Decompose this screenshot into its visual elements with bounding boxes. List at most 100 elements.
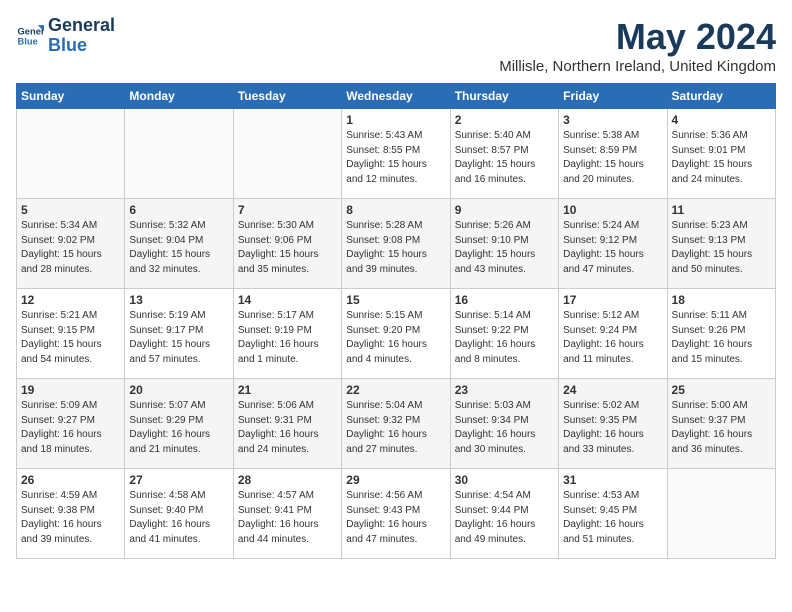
day-number: 14 bbox=[238, 293, 337, 307]
calendar-cell: 26 Sunrise: 4:59 AM Sunset: 9:38 PM Dayli… bbox=[17, 469, 125, 559]
calendar-cell: 3Sunrise: 5:38 AM Sunset: 8:59 PM Daylig… bbox=[559, 109, 667, 199]
day-info: Sunrise: 5:43 AM Sunset: 8:55 PM Dayligh… bbox=[346, 129, 445, 187]
day-number: 27 bbox=[129, 473, 228, 487]
day-info: Sunrise: 4:54 AM Sunset: 9:44 PM Dayligh… bbox=[455, 489, 554, 547]
calendar-week-row: 19Sunrise: 5:09 AM Sunset: 9:27 PM Dayli… bbox=[17, 379, 776, 469]
header-day: Tuesday bbox=[233, 84, 341, 109]
header-day: Sunday bbox=[17, 84, 125, 109]
calendar-cell: 29Sunrise: 4:56 AM Sunset: 9:43 PM Dayli… bbox=[342, 469, 450, 559]
svg-text:General: General bbox=[18, 26, 44, 36]
calendar-cell: 11 Sunrise: 5:23 AM Sunset: 9:13 PM Dayli… bbox=[667, 199, 775, 289]
location-subtitle: Millisle, Northern Ireland, United Kingd… bbox=[499, 58, 776, 75]
day-info: Sunrise: 4:59 AM Sunset: 9:38 PM Dayligh… bbox=[21, 489, 120, 547]
day-info: Sunrise: 5:04 AM Sunset: 9:32 PM Dayligh… bbox=[346, 399, 445, 457]
day-info: Sunrise: 5:12 AM Sunset: 9:24 PM Dayligh… bbox=[563, 309, 662, 367]
day-info: Sunrise: 5:09 AM Sunset: 9:27 PM Dayligh… bbox=[21, 399, 120, 457]
day-number: 21 bbox=[238, 383, 337, 397]
day-number: 4 bbox=[672, 113, 771, 127]
day-info: Sunrise: 5:40 AM Sunset: 8:57 PM Dayligh… bbox=[455, 129, 554, 187]
calendar-cell: 30 Sunrise: 4:54 AM Sunset: 9:44 PM Dayli… bbox=[450, 469, 558, 559]
calendar-cell: 4Sunrise: 5:36 AM Sunset: 9:01 PM Daylig… bbox=[667, 109, 775, 199]
calendar-cell: 20 Sunrise: 5:07 AM Sunset: 9:29 PM Dayli… bbox=[125, 379, 233, 469]
day-number: 25 bbox=[672, 383, 771, 397]
day-number: 15 bbox=[346, 293, 445, 307]
day-info: Sunrise: 5:17 AM Sunset: 9:19 PM Dayligh… bbox=[238, 309, 337, 367]
header-day: Thursday bbox=[450, 84, 558, 109]
calendar-cell: 8Sunrise: 5:28 AM Sunset: 9:08 PM Daylig… bbox=[342, 199, 450, 289]
day-info: Sunrise: 5:26 AM Sunset: 9:10 PM Dayligh… bbox=[455, 219, 554, 277]
calendar-cell: 28 Sunrise: 4:57 AM Sunset: 9:41 PM Dayli… bbox=[233, 469, 341, 559]
day-number: 22 bbox=[346, 383, 445, 397]
calendar-cell: 10Sunrise: 5:24 AM Sunset: 9:12 PM Dayli… bbox=[559, 199, 667, 289]
calendar-cell: 2 Sunrise: 5:40 AM Sunset: 8:57 PM Daylig… bbox=[450, 109, 558, 199]
day-info: Sunrise: 5:07 AM Sunset: 9:29 PM Dayligh… bbox=[129, 399, 228, 457]
day-number: 26 bbox=[21, 473, 120, 487]
calendar-cell: 18Sunrise: 5:11 AM Sunset: 9:26 PM Dayli… bbox=[667, 289, 775, 379]
day-info: Sunrise: 5:15 AM Sunset: 9:20 PM Dayligh… bbox=[346, 309, 445, 367]
calendar-cell bbox=[125, 109, 233, 199]
day-info: Sunrise: 5:32 AM Sunset: 9:04 PM Dayligh… bbox=[129, 219, 228, 277]
day-info: Sunrise: 5:38 AM Sunset: 8:59 PM Dayligh… bbox=[563, 129, 662, 187]
calendar-cell bbox=[233, 109, 341, 199]
day-number: 12 bbox=[21, 293, 120, 307]
day-number: 20 bbox=[129, 383, 228, 397]
day-number: 24 bbox=[563, 383, 662, 397]
calendar-cell: 24Sunrise: 5:02 AM Sunset: 9:35 PM Dayli… bbox=[559, 379, 667, 469]
day-number: 5 bbox=[21, 203, 120, 217]
day-info: Sunrise: 5:00 AM Sunset: 9:37 PM Dayligh… bbox=[672, 399, 771, 457]
calendar-cell: 7Sunrise: 5:30 AM Sunset: 9:06 PM Daylig… bbox=[233, 199, 341, 289]
day-info: Sunrise: 5:19 AM Sunset: 9:17 PM Dayligh… bbox=[129, 309, 228, 367]
day-number: 2 bbox=[455, 113, 554, 127]
calendar-cell: 5Sunrise: 5:34 AM Sunset: 9:02 PM Daylig… bbox=[17, 199, 125, 289]
header-row: SundayMondayTuesdayWednesdayThursdayFrid… bbox=[17, 84, 776, 109]
day-info: Sunrise: 5:24 AM Sunset: 9:12 PM Dayligh… bbox=[563, 219, 662, 277]
logo-line1: General bbox=[48, 16, 115, 36]
header-day: Wednesday bbox=[342, 84, 450, 109]
calendar-cell: 9 Sunrise: 5:26 AM Sunset: 9:10 PM Daylig… bbox=[450, 199, 558, 289]
day-number: 9 bbox=[455, 203, 554, 217]
calendar-cell bbox=[17, 109, 125, 199]
calendar-cell: 21 Sunrise: 5:06 AM Sunset: 9:31 PM Dayli… bbox=[233, 379, 341, 469]
day-number: 11 bbox=[672, 203, 771, 217]
header-day: Friday bbox=[559, 84, 667, 109]
calendar-cell: 13 Sunrise: 5:19 AM Sunset: 9:17 PM Dayli… bbox=[125, 289, 233, 379]
day-info: Sunrise: 4:58 AM Sunset: 9:40 PM Dayligh… bbox=[129, 489, 228, 547]
day-info: Sunrise: 5:11 AM Sunset: 9:26 PM Dayligh… bbox=[672, 309, 771, 367]
header-day: Monday bbox=[125, 84, 233, 109]
day-number: 17 bbox=[563, 293, 662, 307]
day-info: Sunrise: 4:57 AM Sunset: 9:41 PM Dayligh… bbox=[238, 489, 337, 547]
day-number: 8 bbox=[346, 203, 445, 217]
logo: General Blue General Blue bbox=[16, 16, 115, 56]
calendar-cell: 27 Sunrise: 4:58 AM Sunset: 9:40 PM Dayli… bbox=[125, 469, 233, 559]
day-info: Sunrise: 5:23 AM Sunset: 9:13 PM Dayligh… bbox=[672, 219, 771, 277]
calendar-cell: 14 Sunrise: 5:17 AM Sunset: 9:19 PM Dayli… bbox=[233, 289, 341, 379]
calendar-cell: 22 Sunrise: 5:04 AM Sunset: 9:32 PM Dayli… bbox=[342, 379, 450, 469]
day-number: 29 bbox=[346, 473, 445, 487]
title-block: May 2024 Millisle, Northern Ireland, Uni… bbox=[499, 16, 776, 75]
day-number: 1 bbox=[346, 113, 445, 127]
calendar-cell: 17 Sunrise: 5:12 AM Sunset: 9:24 PM Dayli… bbox=[559, 289, 667, 379]
calendar-week-row: 5Sunrise: 5:34 AM Sunset: 9:02 PM Daylig… bbox=[17, 199, 776, 289]
day-info: Sunrise: 5:06 AM Sunset: 9:31 PM Dayligh… bbox=[238, 399, 337, 457]
calendar-cell: 6 Sunrise: 5:32 AM Sunset: 9:04 PM Daylig… bbox=[125, 199, 233, 289]
day-number: 31 bbox=[563, 473, 662, 487]
logo-icon: General Blue bbox=[16, 22, 44, 50]
day-info: Sunrise: 5:03 AM Sunset: 9:34 PM Dayligh… bbox=[455, 399, 554, 457]
calendar-cell: 1 Sunrise: 5:43 AM Sunset: 8:55 PM Daylig… bbox=[342, 109, 450, 199]
calendar-cell: 12 Sunrise: 5:21 AM Sunset: 9:15 PM Dayli… bbox=[17, 289, 125, 379]
day-number: 28 bbox=[238, 473, 337, 487]
day-number: 13 bbox=[129, 293, 228, 307]
calendar-table: SundayMondayTuesdayWednesdayThursdayFrid… bbox=[16, 83, 776, 559]
svg-text:Blue: Blue bbox=[18, 36, 38, 46]
calendar-cell: 31Sunrise: 4:53 AM Sunset: 9:45 PM Dayli… bbox=[559, 469, 667, 559]
calendar-week-row: 1 Sunrise: 5:43 AM Sunset: 8:55 PM Daylig… bbox=[17, 109, 776, 199]
day-number: 16 bbox=[455, 293, 554, 307]
calendar-cell: 25 Sunrise: 5:00 AM Sunset: 9:37 PM Dayli… bbox=[667, 379, 775, 469]
calendar-cell bbox=[667, 469, 775, 559]
page-header: General Blue General Blue May 2024 Milli… bbox=[16, 16, 776, 75]
day-number: 30 bbox=[455, 473, 554, 487]
header-day: Saturday bbox=[667, 84, 775, 109]
day-info: Sunrise: 5:21 AM Sunset: 9:15 PM Dayligh… bbox=[21, 309, 120, 367]
day-number: 6 bbox=[129, 203, 228, 217]
logo-line2: Blue bbox=[48, 36, 115, 56]
